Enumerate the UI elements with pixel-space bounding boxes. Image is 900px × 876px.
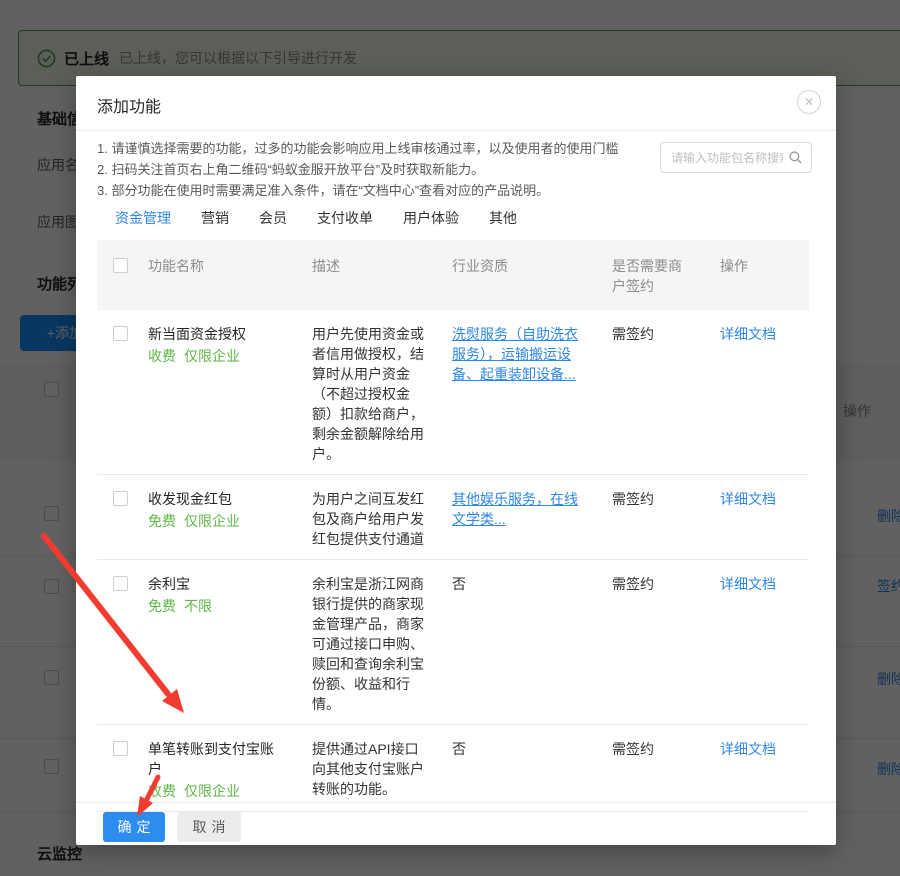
cell-description: 提供通过API接口向其他支付宝账户转账的功能。 (300, 739, 440, 801)
cell-sign-required: 需签约 (600, 489, 700, 549)
category-tabs: 资金管理 营销 会员 支付收单 用户体验 其他 (115, 208, 517, 228)
tab-会员[interactable]: 会员 (259, 208, 287, 228)
cell-industry: 否 (440, 574, 600, 714)
feature-tag: 不限 (184, 598, 212, 614)
cell-sign-required: 需签约 (600, 574, 700, 714)
modal-note-line: 1. 请谨慎选择需要的功能，过多的功能会影响应用上线审核通过率，以及使用者的使用… (97, 138, 618, 159)
cell-feature-name: 收发现金红包免费仅限企业 (140, 489, 300, 549)
cell-description: 用户先使用资金或者信用做授权，结算时从用户资金（不超过授权金额）扣款给商户，剩余… (300, 324, 440, 464)
feature-tags: 免费不限 (148, 596, 278, 616)
tab-其他[interactable]: 其他 (489, 208, 517, 228)
feature-tags: 收费仅限企业 (148, 346, 278, 366)
cell-description: 为用户之间互发红包及商户给用户发红包提供支付通道 (300, 489, 440, 549)
cell-action: 详细文档 (700, 489, 809, 549)
column-header-desc: 描述 (300, 256, 440, 296)
feature-tag: 收费 (148, 783, 176, 799)
row-checkbox[interactable] (113, 741, 128, 756)
tab-支付收单[interactable]: 支付收单 (317, 208, 373, 228)
modal-footer-divider (76, 802, 836, 803)
app-window: 已上线 已上线，您可以根据以下引导进行开发 基础信息 应用名称 应用图标 功能列… (0, 0, 900, 876)
feature-tags: 收费仅限企业 (148, 781, 278, 801)
detail-doc-link[interactable]: 详细文档 (720, 491, 776, 507)
magnifier-icon (788, 150, 803, 165)
cell-checkbox (97, 489, 140, 549)
industry-link[interactable]: 其他娱乐服务，在线文学类... (452, 491, 578, 527)
cell-industry: 洗熨服务（自助洗衣服务），运输搬运设备、起重装卸设备... (440, 324, 600, 464)
industry-text: 否 (452, 741, 466, 757)
feature-table-row: 单笔转账到支付宝账户收费仅限企业提供通过API接口向其他支付宝账户转账的功能。否… (97, 725, 809, 812)
cell-feature-name: 余利宝免费不限 (140, 574, 300, 714)
cell-industry: 否 (440, 739, 600, 801)
feature-table: 功能名称 描述 行业资质 是否需要商户签约 操作 新当面资金授权收费仅限企业用户… (97, 240, 809, 812)
tab-资金管理[interactable]: 资金管理 (115, 208, 171, 228)
modal-title: 添加功能 (97, 93, 161, 117)
column-header-name: 功能名称 (140, 256, 300, 296)
cell-checkbox (97, 739, 140, 801)
close-icon[interactable]: ✕ (797, 90, 821, 114)
modal-notes: 1. 请谨慎选择需要的功能，过多的功能会影响应用上线审核通过率，以及使用者的使用… (97, 138, 618, 201)
table-header-row: 功能名称 描述 行业资质 是否需要商户签约 操作 (97, 240, 809, 310)
add-feature-modal: 添加功能 ✕ 1. 请谨慎选择需要的功能，过多的功能会影响应用上线审核通过率，以… (76, 76, 836, 845)
cell-action: 详细文档 (700, 574, 809, 714)
cell-description: 余利宝是浙江网商银行提供的商家现金管理产品，商家可通过接口申购、赎回和查询余利宝… (300, 574, 440, 714)
column-header-industry: 行业资质 (440, 256, 600, 296)
feature-tag: 仅限企业 (184, 513, 240, 529)
feature-tag: 仅限企业 (184, 783, 240, 799)
feature-tag: 收费 (148, 348, 176, 364)
column-header-sign: 是否需要商户签约 (600, 256, 700, 296)
industry-text: 否 (452, 576, 466, 592)
select-all-checkbox[interactable] (113, 258, 128, 273)
cell-industry: 其他娱乐服务，在线文学类... (440, 489, 600, 549)
feature-tag: 仅限企业 (184, 348, 240, 364)
cell-feature-name: 新当面资金授权收费仅限企业 (140, 324, 300, 464)
cell-action: 详细文档 (700, 324, 809, 464)
detail-doc-link[interactable]: 详细文档 (720, 326, 776, 342)
tab-营销[interactable]: 营销 (201, 208, 229, 228)
feature-table-row: 收发现金红包免费仅限企业为用户之间互发红包及商户给用户发红包提供支付通道其他娱乐… (97, 475, 809, 560)
row-checkbox[interactable] (113, 491, 128, 506)
feature-name: 单笔转账到支付宝账户 (148, 739, 278, 779)
modal-note-line: 2. 扫码关注首页右上角二维码“蚂蚁金服开放平台”及时获取新能力。 (97, 159, 618, 180)
modal-note-line: 3. 部分功能在使用时需要满足准入条件，请在“文档中心”查看对应的产品说明。 (97, 180, 618, 201)
cell-sign-required: 需签约 (600, 739, 700, 801)
feature-name: 收发现金红包 (148, 489, 278, 509)
feature-tag: 免费 (148, 598, 176, 614)
search-box (660, 142, 812, 173)
feature-table-row: 余利宝免费不限余利宝是浙江网商银行提供的商家现金管理产品，商家可通过接口申购、赎… (97, 560, 809, 725)
tab-用户体验[interactable]: 用户体验 (403, 208, 459, 228)
cell-action: 详细文档 (700, 739, 809, 801)
cell-feature-name: 单笔转账到支付宝账户收费仅限企业 (140, 739, 300, 801)
confirm-button[interactable]: 确定 (103, 812, 165, 842)
industry-link[interactable]: 洗熨服务（自助洗衣服务），运输搬运设备、起重装卸设备... (452, 326, 578, 382)
column-header-action: 操作 (700, 256, 809, 296)
detail-doc-link[interactable]: 详细文档 (720, 741, 776, 757)
row-checkbox[interactable] (113, 576, 128, 591)
feature-name: 余利宝 (148, 574, 278, 594)
feature-tag: 免费 (148, 513, 176, 529)
feature-table-row: 新当面资金授权收费仅限企业用户先使用资金或者信用做授权，结算时从用户资金（不超过… (97, 310, 809, 475)
feature-tags: 免费仅限企业 (148, 511, 278, 531)
cancel-button[interactable]: 取消 (177, 812, 241, 842)
cell-sign-required: 需签约 (600, 324, 700, 464)
row-checkbox[interactable] (113, 326, 128, 341)
cell-checkbox (97, 324, 140, 464)
cell-checkbox (97, 574, 140, 714)
feature-name: 新当面资金授权 (148, 324, 278, 344)
modal-header-divider (76, 130, 836, 131)
detail-doc-link[interactable]: 详细文档 (720, 576, 776, 592)
